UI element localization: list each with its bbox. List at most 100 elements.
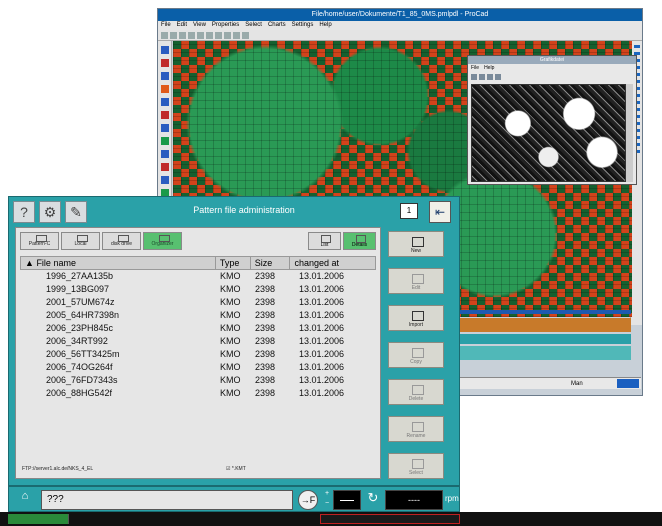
details-view-button[interactable]: Details [343, 232, 376, 250]
file-name-cell: 2006_74OG264f [46, 362, 113, 372]
select-icon[interactable] [160, 150, 169, 158]
delete-button[interactable]: Delete [388, 379, 444, 405]
table-row[interactable]: 1996_27AA135b KMO 2398 13.01.2006 [20, 270, 376, 283]
speed-display [333, 490, 361, 510]
source-tabs: Pattern-C Local disk drive Organizer [20, 232, 182, 250]
grid-icon[interactable] [224, 31, 231, 39]
filter-checkbox[interactable]: ☑ *.KMT [226, 466, 246, 472]
cad-menu-help[interactable]: Help [319, 21, 331, 30]
zoom-in-icon[interactable] [471, 73, 477, 80]
rect-icon[interactable] [160, 98, 169, 106]
table-row[interactable]: 2006_76FD7343s KMO 2398 13.01.2006 [20, 374, 376, 387]
timeline-stripe [455, 318, 631, 332]
wrench-icon: ✎ [70, 204, 82, 220]
exit-button[interactable]: ⇤ [429, 201, 451, 223]
preview-menu-help[interactable]: Help [484, 64, 494, 72]
message-field: ??? [41, 490, 293, 510]
table-row[interactable]: 2006_88HG542f KMO 2398 13.01.2006 [20, 387, 376, 400]
tab-disk-drive[interactable]: disk drive [102, 232, 141, 250]
column-size[interactable]: Size [251, 257, 291, 269]
timeline-stripe [455, 346, 631, 360]
table-row[interactable]: 2006_74OG264f KMO 2398 13.01.2006 [20, 361, 376, 374]
size-cell: 2398 [255, 375, 276, 385]
cad-menu-view[interactable]: View [193, 21, 206, 30]
undo-icon[interactable] [197, 31, 204, 39]
file-name-cell: 2006_56TT3425m [46, 349, 120, 359]
list-view-button[interactable]: List [308, 232, 341, 250]
open-icon[interactable] [170, 31, 177, 39]
fill-tool-icon[interactable] [160, 124, 169, 132]
new-button[interactable]: New [388, 231, 444, 257]
table-row[interactable]: 1999_13BG097 KMO 2398 13.01.2006 [20, 283, 376, 296]
plus-minus-icon[interactable]: + − [322, 489, 332, 511]
table-row[interactable]: 2001_57UM674z KMO 2398 13.01.2006 [20, 296, 376, 309]
table-row[interactable]: 2005_64HR7398n KMO 2398 13.01.2006 [20, 309, 376, 322]
taskbar-items[interactable] [68, 514, 308, 524]
table-row[interactable]: 2006_23PH845c KMO 2398 13.01.2006 [20, 322, 376, 335]
rename-button[interactable]: Rename [388, 416, 444, 442]
cad-title: File/home/user/Dokumente/T1_85_0MS.pmlpd… [158, 9, 642, 21]
changed-at-cell: 13.01.2006 [299, 310, 345, 320]
cad-menu-edit[interactable]: Edit [177, 21, 187, 30]
taskbar-start[interactable] [8, 514, 68, 524]
cycle-icon[interactable]: ↻ [365, 490, 381, 508]
preview-toolbar [468, 72, 636, 81]
type-cell: KMO [220, 271, 241, 281]
tool-icon[interactable] [633, 45, 640, 48]
preview-menu-file[interactable]: File [471, 64, 479, 72]
tab-organizer[interactable]: Organizer [143, 232, 182, 250]
column-type[interactable]: Type [216, 257, 251, 269]
changed-at-cell: 13.01.2006 [299, 388, 345, 398]
changed-at-cell: 13.01.2006 [299, 284, 345, 294]
lace-preview-image [471, 84, 626, 182]
wrench-button[interactable]: ✎ [65, 201, 87, 223]
brush-icon[interactable] [160, 72, 169, 80]
fill-icon[interactable] [242, 31, 249, 39]
column-changed-at[interactable]: changed at [290, 257, 375, 269]
type-cell: KMO [220, 297, 241, 307]
select-button[interactable]: Select [388, 453, 444, 479]
timeline-stripe [455, 310, 631, 314]
f-button[interactable]: →F [298, 490, 318, 510]
size-cell: 2398 [255, 297, 276, 307]
import-button[interactable]: Import [388, 305, 444, 331]
type-cell: KMO [220, 323, 241, 333]
move-icon[interactable] [160, 163, 169, 171]
preview-scrollbar[interactable] [626, 84, 633, 182]
help-icon: ? [20, 204, 28, 220]
cad-menu-charts[interactable]: Charts [268, 21, 286, 30]
tab-local[interactable]: Local [61, 232, 100, 250]
copy-button[interactable]: Copy [388, 342, 444, 368]
refresh-icon[interactable] [495, 73, 501, 80]
fit-icon[interactable] [487, 73, 493, 80]
eraser-icon[interactable] [160, 85, 169, 93]
table-row[interactable]: 2006_56TT3425m KMO 2398 13.01.2006 [20, 348, 376, 361]
tools-button[interactable]: ⚙ [39, 201, 61, 223]
line-icon[interactable] [160, 59, 169, 67]
cad-menu-file[interactable]: File [161, 21, 171, 30]
rpm-unit: rpm [445, 494, 459, 503]
pencil-icon[interactable] [160, 46, 169, 54]
help-button[interactable]: ? [13, 201, 35, 223]
tools-icon: ⚙ [43, 204, 57, 220]
ellipse-icon[interactable] [160, 111, 169, 119]
tab-pattern-c[interactable]: Pattern-C [20, 232, 59, 250]
save-icon[interactable] [179, 31, 186, 39]
zoom-out-icon[interactable] [479, 73, 485, 80]
print-icon[interactable] [188, 31, 195, 39]
redo-icon[interactable] [206, 31, 213, 39]
cad-menu-properties[interactable]: Properties [212, 21, 239, 30]
taskbar-alert[interactable] [320, 514, 460, 524]
cad-menu-select[interactable]: Select [245, 21, 262, 30]
edit-button[interactable]: Edit [388, 268, 444, 294]
table-row[interactable]: 2006_34RT992 KMO 2398 13.01.2006 [20, 335, 376, 348]
color-icon[interactable] [233, 31, 240, 39]
new-icon[interactable] [161, 31, 168, 39]
cad-menubar: File Edit View Properties Select Charts … [158, 21, 642, 30]
column-file-name[interactable]: ▲ File name [21, 257, 216, 269]
file-name-cell: 1996_27AA135b [46, 271, 114, 281]
cad-menu-settings[interactable]: Settings [292, 21, 314, 30]
mirror-icon[interactable] [160, 176, 169, 184]
zoom-icon[interactable] [215, 31, 222, 39]
picker-icon[interactable] [160, 137, 169, 145]
